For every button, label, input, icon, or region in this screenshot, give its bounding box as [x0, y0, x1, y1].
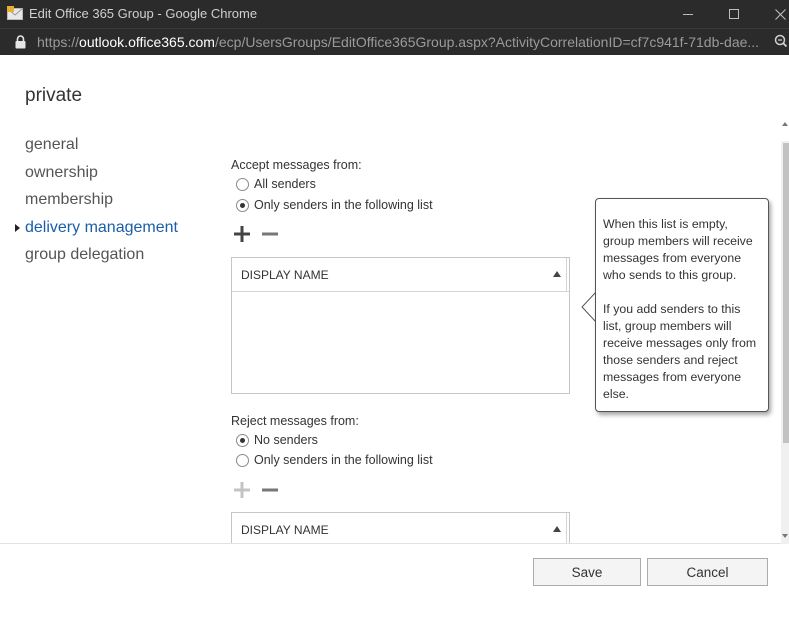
nav-item-label: ownership [25, 163, 98, 181]
reject-senders-list[interactable]: DISPLAY NAME [231, 512, 570, 544]
remove-rejected-sender-minus-icon[interactable] [262, 482, 278, 503]
radio-label: No senders [254, 433, 318, 447]
cancel-button[interactable]: Cancel [647, 558, 768, 586]
add-sender-plus-icon[interactable] [234, 226, 250, 247]
reject-label: Reject messages from: [231, 414, 359, 428]
lock-icon [15, 35, 26, 54]
nav-item-general[interactable]: general [25, 135, 178, 163]
nav-item-label: group delegation [25, 246, 145, 263]
radio-label: Only senders in the following list [254, 453, 433, 467]
reject-only-listed-radio[interactable]: Only senders in the following list [236, 453, 433, 467]
minimize-icon [683, 13, 693, 15]
radio-label: Only senders in the following list [254, 198, 433, 212]
maximize-icon [729, 9, 739, 19]
accept-only-listed-radio[interactable]: Only senders in the following list [236, 198, 433, 212]
column-divider [566, 258, 567, 292]
nav-item-delivery-management[interactable]: delivery management [15, 218, 178, 246]
save-button[interactable]: Save [533, 558, 641, 586]
nav-item-label: general [25, 136, 79, 153]
minimize-button[interactable] [665, 0, 711, 28]
nav-item-label: membership [25, 191, 114, 208]
url-text[interactable]: https://outlook.office365.com/ecp/UsersG… [37, 34, 759, 50]
scrollbar-thumb[interactable] [783, 143, 789, 443]
section-nav: general ownership membership delivery ma… [15, 135, 178, 273]
sort-ascending-icon [553, 271, 561, 277]
accept-all-senders-radio[interactable]: All senders [236, 177, 316, 191]
sort-ascending-icon [553, 526, 561, 532]
scroll-down-arrow-icon[interactable] [782, 534, 788, 538]
page-content: private general ownership membership del… [0, 55, 789, 618]
browser-window: Edit Office 365 Group - Google Chrome ht… [0, 0, 789, 618]
close-button[interactable] [757, 0, 789, 28]
radio-label: All senders [254, 177, 316, 191]
nav-item-membership[interactable]: membership [25, 190, 178, 218]
help-callout: When this list is empty, group members w… [595, 198, 769, 412]
url-scheme: https:// [37, 34, 80, 50]
callout-text-with-senders: If you add senders to this list, group m… [603, 302, 757, 401]
add-rejected-sender-plus-icon[interactable] [234, 482, 250, 503]
radio-button-selected[interactable] [236, 198, 249, 212]
nav-item-ownership[interactable]: ownership [25, 163, 178, 191]
callout-text-empty-list: When this list is empty, group members w… [603, 217, 753, 282]
nav-item-group-delegation[interactable]: group delegation [25, 245, 178, 273]
accept-label: Accept messages from: [231, 158, 362, 172]
window-title: Edit Office 365 Group - Google Chrome [29, 6, 258, 21]
column-header-text: DISPLAY NAME [241, 268, 329, 282]
url-host: outlook.office365.com [79, 34, 215, 50]
list-column-header[interactable]: DISPLAY NAME [232, 513, 569, 544]
maximize-button[interactable] [711, 0, 757, 28]
address-bar[interactable]: https://outlook.office365.com/ecp/UsersG… [0, 28, 789, 55]
footer-divider [0, 543, 781, 544]
zoom-icon[interactable] [774, 34, 788, 53]
column-header-text: DISPLAY NAME [241, 523, 329, 537]
outlook-envelope-icon [7, 6, 23, 20]
nav-item-label: delivery management [25, 218, 178, 236]
page-title: private [25, 85, 83, 106]
radio-button-selected[interactable] [236, 433, 249, 447]
close-icon [774, 8, 786, 20]
url-path: /ecp/UsersGroups/EditOffice365Group.aspx… [214, 34, 760, 50]
scroll-up-arrow-icon[interactable] [782, 122, 788, 126]
list-column-header[interactable]: DISPLAY NAME [232, 258, 569, 292]
radio-button[interactable] [236, 177, 249, 191]
accept-senders-list[interactable]: DISPLAY NAME [231, 257, 570, 394]
radio-button[interactable] [236, 453, 249, 467]
title-bar: Edit Office 365 Group - Google Chrome [0, 0, 789, 28]
selected-arrow-icon [15, 223, 20, 232]
remove-sender-minus-icon[interactable] [262, 226, 278, 247]
column-divider [566, 513, 567, 544]
reject-no-senders-radio[interactable]: No senders [236, 433, 318, 447]
